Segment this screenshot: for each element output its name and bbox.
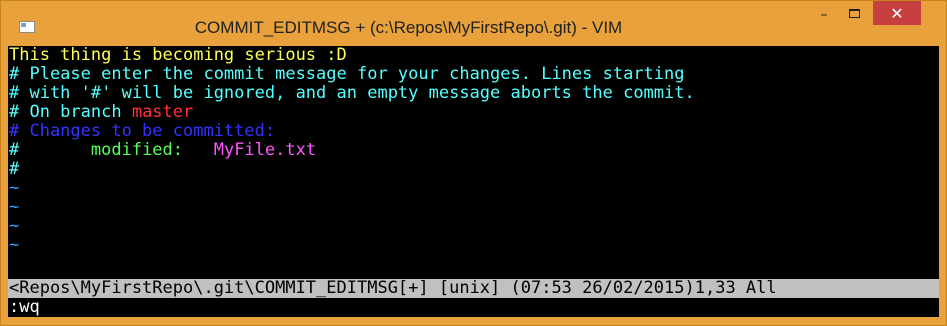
empty-buffer-tilde: ~ <box>9 178 20 198</box>
branch-name: master <box>131 102 194 122</box>
status-line: <Repos\MyFirstRepo\.git\COMMIT_EDITMSG[+… <box>8 279 939 298</box>
title-bar[interactable]: COMMIT_EDITMSG + (c:\Repos\MyFirstRepo\.… <box>1 1 946 45</box>
maximize-button[interactable] <box>839 1 869 26</box>
changes-header-line[interactable]: # Changes to be committed: <box>8 122 939 141</box>
modified-file-name: MyFile.txt <box>213 140 317 160</box>
commit-message-line[interactable]: This thing is becoming serious :D <box>8 46 939 65</box>
modified-file-line[interactable]: # modified: MyFile.txt <box>8 141 939 160</box>
vim-editor-area[interactable]: This thing is becoming serious :D # Plea… <box>8 46 939 317</box>
branch-line[interactable]: # On branch master <box>8 103 939 122</box>
window-title: COMMIT_EDITMSG + (c:\Repos\MyFirstRepo\.… <box>194 18 623 37</box>
close-button[interactable]: ✕ <box>873 1 921 25</box>
command-line[interactable]: :wq <box>8 298 939 317</box>
empty-buffer-tilde: ~ <box>9 235 20 255</box>
minimize-button[interactable]: – <box>809 1 839 26</box>
comment-line[interactable]: # Please enter the commit message for yo… <box>8 65 939 84</box>
empty-buffer-tilde: ~ <box>9 197 20 217</box>
comment-line[interactable]: # <box>8 160 939 179</box>
vim-window: COMMIT_EDITMSG + (c:\Repos\MyFirstRepo\.… <box>0 0 947 326</box>
branch-prefix: # On branch <box>9 102 132 122</box>
empty-buffer-tilde: ~ <box>9 216 20 236</box>
modified-status: modified: <box>19 140 214 160</box>
maximize-icon <box>848 9 860 18</box>
comment-line[interactable]: # with '#' will be ignored, and an empty… <box>8 84 939 103</box>
comment-hash: # <box>9 140 20 160</box>
